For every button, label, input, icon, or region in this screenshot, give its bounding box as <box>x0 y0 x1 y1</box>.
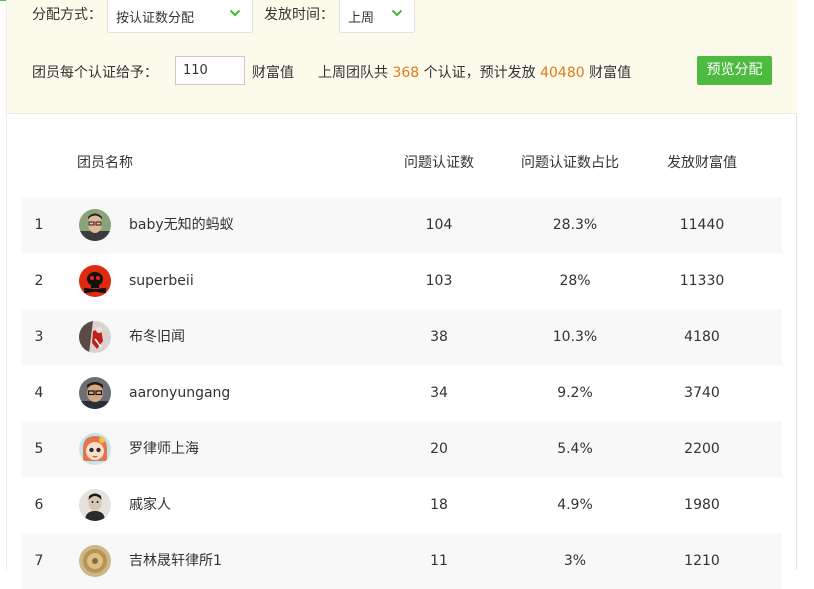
time-select[interactable]: 上周 <box>339 0 415 33</box>
table-row: 4 aaronyungang 34 9.2% 3740 <box>21 365 782 421</box>
header-member-name: 团员名称 <box>77 155 133 171</box>
cert-ratio: 5.4% <box>557 441 593 457</box>
avatar-portrait-bw-icon <box>79 489 111 521</box>
avatar[interactable] <box>79 489 111 521</box>
time-label: 发放时间： <box>264 7 334 23</box>
row-rank: 4 <box>34 385 44 401</box>
header-wealth: 发放财富值 <box>667 155 737 171</box>
per-cert-label: 团员每个认证给予： <box>32 65 158 81</box>
wealth-value: 2200 <box>684 441 720 457</box>
summary-text: 上周团队共 368 个认证，预计发放 40480 财富值 <box>318 62 631 82</box>
member-name[interactable]: aaronyungang <box>129 365 230 421</box>
summary-total: 40480 <box>540 65 585 81</box>
method-select[interactable]: 按认证数分配 <box>107 0 253 33</box>
row-rank: 2 <box>34 273 44 289</box>
unit-label: 财富值 <box>252 65 294 81</box>
cert-ratio: 10.3% <box>552 329 598 345</box>
wealth-value: 1980 <box>684 497 720 513</box>
chevron-down-icon <box>229 9 241 17</box>
cert-count: 38 <box>430 329 448 345</box>
header-cert-ratio: 问题认证数占比 <box>521 155 619 171</box>
member-name[interactable]: 戚家人 <box>129 477 171 533</box>
avatar[interactable] <box>79 433 111 465</box>
member-name[interactable]: 吉林晟轩律所1 <box>129 533 222 589</box>
avatar-man-glasses-2-icon <box>79 377 111 409</box>
scrollbar[interactable] <box>797 0 814 570</box>
cert-ratio: 28.3% <box>552 217 598 233</box>
wealth-value: 1210 <box>684 553 720 569</box>
row-rank: 3 <box>34 329 44 345</box>
cert-count: 18 <box>430 497 448 513</box>
wealth-value: 11440 <box>679 217 725 233</box>
distribution-panel: 分配方式： 按认证数分配 发放时间： 上周 团员每个认证给予： 财富值 上周团队… <box>6 0 797 589</box>
row-rank: 7 <box>34 553 44 569</box>
preview-distribution-button[interactable]: 预览分配 <box>697 56 772 85</box>
cert-count: 34 <box>430 385 448 401</box>
cert-count: 20 <box>430 441 448 457</box>
summary-prefix: 上周团队共 <box>318 65 388 81</box>
wealth-value: 4180 <box>684 329 720 345</box>
avatar-man-glasses-icon <box>79 209 111 241</box>
table-row: 6 戚家人 18 4.9% 1980 <box>21 477 782 533</box>
time-select-value: 上周 <box>348 11 375 26</box>
cert-count: 11 <box>430 553 448 569</box>
method-label: 分配方式： <box>32 7 102 23</box>
summary-unit: 财富值 <box>589 65 632 81</box>
row-rank: 5 <box>34 441 44 457</box>
avatar-seal-icon <box>79 545 111 577</box>
avatar-skull-red-icon <box>79 265 111 297</box>
avatar[interactable] <box>79 545 111 577</box>
filter-bar: 分配方式： 按认证数分配 发放时间： 上周 团员每个认证给予： 财富值 上周团队… <box>7 0 797 114</box>
avatar[interactable] <box>79 377 111 409</box>
avatar[interactable] <box>79 321 111 353</box>
avatar-figure-red-icon <box>79 321 111 353</box>
avatar[interactable] <box>79 265 111 297</box>
cert-ratio: 9.2% <box>557 385 593 401</box>
cert-count: 103 <box>425 273 453 289</box>
cert-ratio: 4.9% <box>557 497 593 513</box>
summary-count: 368 <box>392 65 420 81</box>
member-name[interactable]: superbeii <box>129 253 194 309</box>
chevron-down-icon <box>391 9 403 17</box>
method-select-value: 按认证数分配 <box>116 11 195 26</box>
wealth-value: 11330 <box>679 273 725 289</box>
row-rank: 1 <box>34 217 44 233</box>
row-rank: 6 <box>34 497 44 513</box>
table-row: 2 superbeii 103 28% 11330 <box>21 253 782 309</box>
wealth-value: 3740 <box>684 385 720 401</box>
avatar[interactable] <box>79 209 111 241</box>
member-name[interactable]: baby无知的蚂蚁 <box>129 197 234 253</box>
avatar-cartoon-girl-icon <box>79 433 111 465</box>
table-row: 1 baby无知的蚂蚁 104 28.3% 11440 <box>21 197 782 253</box>
cert-ratio: 3% <box>563 553 587 569</box>
summary-mid: 个认证，预计发放 <box>423 65 536 81</box>
member-name[interactable]: 罗律师上海 <box>129 421 199 477</box>
per-cert-input[interactable] <box>175 56 245 85</box>
cert-ratio: 28% <box>559 273 591 289</box>
header-cert-count: 问题认证数 <box>404 155 474 171</box>
table-row: 3 布冬旧闻 38 10.3% 4180 <box>21 309 782 365</box>
table-row: 7 吉林晟轩律所1 11 3% 1210 <box>21 533 782 589</box>
table-row: 5 罗律师上海 20 5.4% 2200 <box>21 421 782 477</box>
member-name[interactable]: 布冬旧闻 <box>129 309 185 365</box>
cert-count: 104 <box>425 217 453 233</box>
